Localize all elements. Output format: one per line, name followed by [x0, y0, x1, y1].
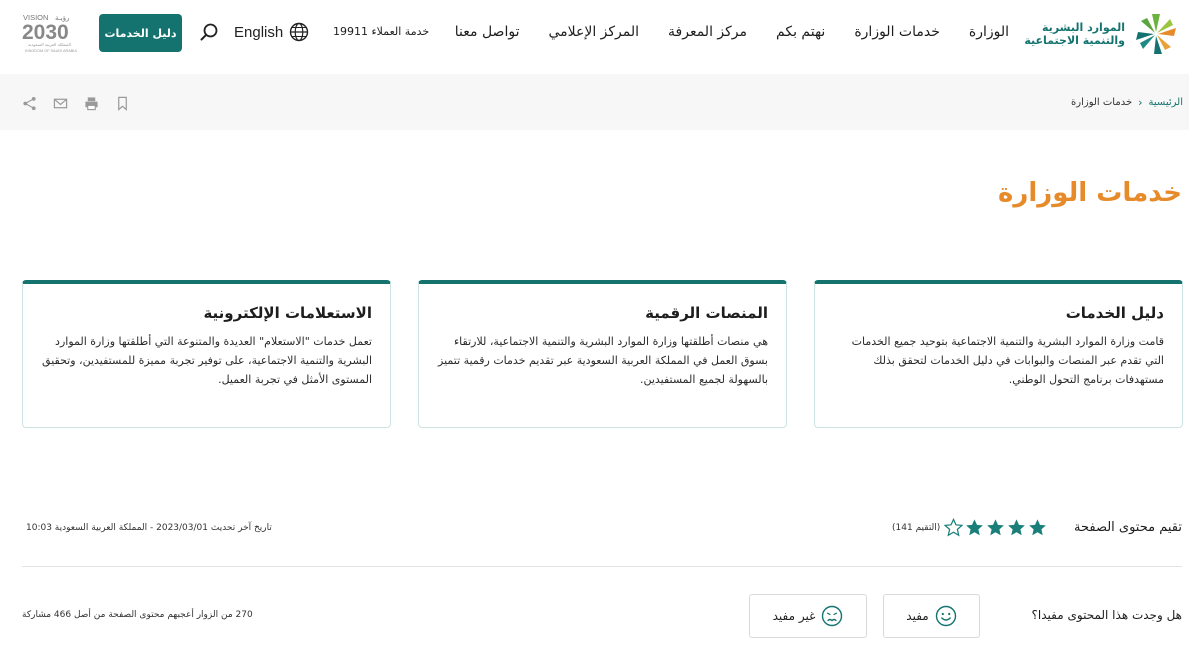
frown-icon: [822, 605, 843, 627]
card-description: هي منصات أطلقتها وزارة الموارد البشرية و…: [438, 335, 768, 386]
logo-line-2: والتنمية الاجتماعية: [1024, 34, 1125, 47]
breadcrumb-current: خدمات الوزارة: [1071, 97, 1133, 108]
site-header: الموارد البشرية والتنمية الاجتماعية الوز…: [0, 0, 1189, 74]
language-label: English: [234, 23, 284, 41]
last-updated: تاريخ آخر تحديث 2023/03/01 - المملكة الع…: [26, 523, 272, 533]
star-rating[interactable]: [944, 518, 1047, 537]
share-icon[interactable]: [22, 96, 37, 111]
vision-2030-logo[interactable]: VISION رؤيـة 2030 المملكة العربية السعود…: [22, 12, 82, 54]
nav-item-media-center[interactable]: المركز الإعلامي: [548, 24, 639, 40]
nav-item-ministry-services[interactable]: خدمات الوزارة: [854, 24, 940, 40]
star-filled-icon[interactable]: [1028, 518, 1047, 537]
breadcrumb-home[interactable]: الرئيسية: [1149, 97, 1183, 108]
card-title: دليل الخدمات: [1065, 304, 1164, 322]
not-useful-label: غير مفيد: [772, 609, 816, 623]
main-nav: الوزارة خدمات الوزارة نهتم بكم مركز المع…: [455, 24, 1009, 40]
star-empty-icon[interactable]: [944, 518, 963, 537]
services-guide-button[interactable]: دليل الخدمات: [99, 14, 182, 52]
globe-icon: [290, 22, 309, 42]
search-icon[interactable]: [199, 22, 219, 42]
card-digital-platforms[interactable]: المنصات الرقمية هي منصات أطلقتها وزارة ا…: [418, 280, 787, 428]
nav-item-knowledge-center[interactable]: مركز المعرفة: [668, 24, 747, 40]
nav-item-ministry[interactable]: الوزارة: [969, 24, 1009, 40]
nav-item-we-care[interactable]: نهتم بكم: [776, 24, 825, 40]
nav-item-contact-us[interactable]: تواصل معنا: [455, 24, 520, 40]
breadcrumb-bar: الرئيسية › خدمات الوزارة: [0, 74, 1189, 130]
language-switcher[interactable]: English: [234, 22, 309, 42]
divider: [22, 566, 1182, 567]
print-icon[interactable]: [84, 96, 99, 111]
not-useful-button[interactable]: غير مفيد: [749, 594, 867, 638]
logo-line-1: الموارد البشرية: [1042, 21, 1125, 34]
rating-count: (التقيم 141): [892, 523, 941, 533]
feedback-question: هل وجدت هذا المحتوى مفيدا؟: [1031, 608, 1182, 622]
svg-text:المملكة العربية السعودية: المملكة العربية السعودية: [28, 42, 71, 47]
feedback-stats: 270 من الزوار أعجبهم محتوى الصفحة من أصل…: [22, 610, 253, 620]
ministry-logo[interactable]: الموارد البشرية والتنمية الاجتماعية: [1005, 10, 1181, 58]
page-title: خدمات الوزارة: [998, 178, 1182, 208]
page-tools: [22, 96, 130, 111]
page: الموارد البشرية والتنمية الاجتماعية الوز…: [0, 0, 1189, 660]
useful-label: مفيد: [906, 609, 929, 623]
card-description: تعمل خدمات "الاستعلام" العديدة والمتنوعة…: [42, 335, 372, 386]
star-filled-icon[interactable]: [986, 518, 1005, 537]
chevron-left-icon: ›: [1138, 96, 1143, 109]
smile-icon: [935, 605, 956, 627]
card-title: المنصات الرقمية: [645, 304, 768, 322]
star-filled-icon[interactable]: [965, 518, 984, 537]
card-title: الاستعلامات الإلكترونية: [203, 304, 372, 322]
useful-button[interactable]: مفيد: [883, 594, 980, 638]
ministry-logo-icon: [1136, 14, 1176, 54]
mail-icon[interactable]: [53, 96, 68, 111]
bookmark-icon[interactable]: [115, 96, 130, 111]
card-description: قامت وزارة الموارد البشرية والتنمية الاج…: [851, 335, 1164, 386]
svg-text:2030: 2030: [22, 21, 69, 44]
customer-service-number[interactable]: خدمة العملاء 19911: [333, 25, 429, 38]
star-filled-icon[interactable]: [1007, 518, 1026, 537]
svg-text:KINGDOM OF SAUDI ARABIA: KINGDOM OF SAUDI ARABIA: [25, 49, 77, 53]
breadcrumb: الرئيسية › خدمات الوزارة: [1071, 96, 1183, 109]
rating-label: تقيم محتوى الصفحة: [1074, 520, 1182, 535]
card-electronic-inquiries[interactable]: الاستعلامات الإلكترونية تعمل خدمات "الاس…: [22, 280, 391, 428]
card-services-guide[interactable]: دليل الخدمات قامت وزارة الموارد البشرية …: [814, 280, 1183, 428]
